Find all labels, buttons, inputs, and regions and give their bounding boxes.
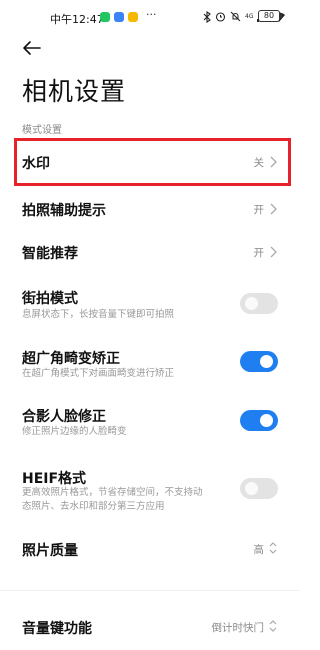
setting-value: 开 [253, 247, 265, 259]
street-mode-toggle[interactable] [240, 293, 278, 314]
chevron-right-icon [270, 246, 277, 258]
setting-title: 超广角畸变矫正 [22, 351, 120, 367]
toggle-knob [260, 414, 273, 427]
toggle-knob [245, 297, 258, 310]
setting-subtitle: 态照片、去水印和部分第三方应用 [22, 501, 165, 512]
setting-title: 街拍模式 [22, 291, 78, 307]
setting-title: 音量键功能 [22, 621, 92, 637]
network-type: 4G [245, 12, 254, 20]
page-title: 相机设置 [22, 77, 127, 106]
setting-heif-format: HEIF格式 更高效照片格式，节省存储空间，不支持动 态照片、去水印和部分第三方… [0, 462, 300, 520]
setting-face-correction: 合影人脸修正 修正照片边缘的人脸畸变 [0, 400, 300, 448]
bluetooth-icon [203, 10, 211, 23]
status-time: 中午12:47 [50, 13, 104, 26]
setting-subtitle: 修正照片边缘的人脸畸变 [22, 426, 127, 437]
status-bar: 中午12:47 ··· 4G 80 [0, 0, 300, 36]
ultrawide-correction-toggle[interactable] [240, 351, 278, 372]
more-notifications-icon: ··· [146, 8, 157, 21]
app-notification-icon [114, 12, 124, 22]
setting-photo-quality[interactable]: 照片质量 高 [0, 528, 300, 568]
section-label: 模式设置 [22, 125, 62, 136]
arrow-left-icon [23, 41, 41, 55]
setting-subtitle: 在超广角模式下对画面畸变进行矫正 [22, 368, 175, 379]
setting-value: 倒计时快门 [211, 622, 265, 634]
heif-format-toggle[interactable] [240, 478, 278, 499]
setting-smart-recommend[interactable]: 智能推荐 开 [0, 233, 300, 273]
back-button[interactable] [18, 36, 46, 60]
setting-value: 高 [253, 544, 265, 556]
setting-subtitle: 息屏状态下，长按音量下键即可拍照 [22, 309, 175, 320]
alarm-icon [215, 12, 226, 22]
setting-ultrawide-correction: 超广角畸变矫正 在超广角模式下对画面畸变进行矫正 [0, 342, 300, 390]
chevron-up-down-icon [269, 542, 277, 554]
setting-title: HEIF格式 [22, 471, 87, 487]
setting-value: 开 [253, 204, 265, 216]
setting-title: 照片质量 [22, 543, 78, 559]
toggle-knob [260, 355, 273, 368]
setting-volume-key[interactable]: 音量键功能 倒计时快门 [0, 606, 300, 646]
setting-subtitle: 更高效照片格式，节省存储空间，不支持动 [22, 487, 203, 498]
chevron-up-down-icon [269, 620, 277, 632]
setting-title: 拍照辅助提示 [22, 203, 106, 219]
toggle-knob [245, 482, 258, 495]
chevron-right-icon [270, 203, 277, 215]
section-divider [0, 590, 300, 591]
highlight-box [14, 138, 291, 186]
setting-title: 合影人脸修正 [22, 409, 106, 425]
silent-mode-icon [230, 11, 241, 22]
battery-icon: 80 [258, 10, 282, 22]
setting-street-mode: 街拍模式 息屏状态下，长按音量下键即可拍照 [0, 280, 300, 328]
app-notification-icon [128, 12, 138, 22]
setting-title: 智能推荐 [22, 246, 78, 262]
face-correction-toggle[interactable] [240, 410, 278, 431]
wechat-icon [100, 12, 110, 22]
setting-photo-assist[interactable]: 拍照辅助提示 开 [0, 190, 300, 230]
